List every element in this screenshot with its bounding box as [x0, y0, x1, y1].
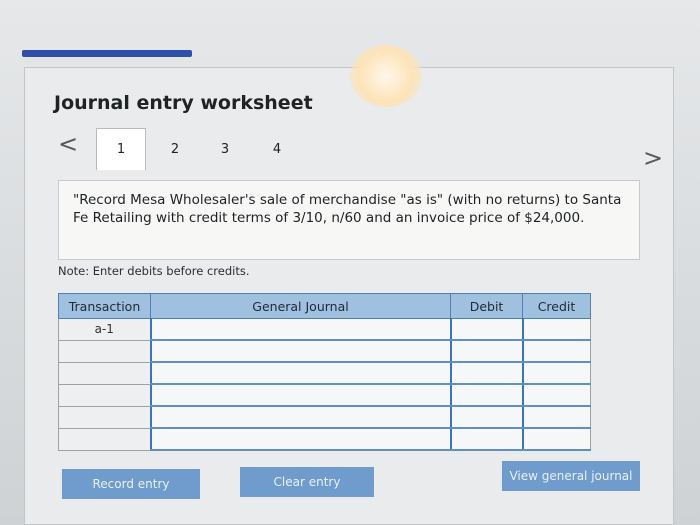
table-row — [58, 383, 591, 407]
credit-input[interactable] — [521, 361, 591, 385]
table-row — [58, 405, 591, 429]
tab-2[interactable]: 2 — [150, 128, 200, 170]
journal-table: Transaction General Journal Debit Credit… — [58, 293, 591, 451]
credit-input[interactable] — [521, 427, 591, 451]
transaction-cell — [58, 339, 151, 363]
account-input[interactable] — [149, 361, 451, 385]
tab-1[interactable]: 1 — [96, 128, 146, 170]
account-input[interactable] — [149, 339, 451, 363]
table-row — [58, 361, 591, 385]
transaction-cell — [58, 427, 151, 451]
debit-input[interactable] — [449, 361, 523, 385]
debit-input[interactable] — [449, 405, 523, 429]
header-general-journal: General Journal — [150, 293, 451, 319]
table-row — [58, 427, 591, 451]
credit-input[interactable] — [521, 383, 591, 407]
chevron-left-icon[interactable]: < — [58, 132, 78, 156]
transaction-cell: a-1 — [58, 318, 151, 341]
screen-glare — [350, 45, 422, 107]
page-title: Journal entry worksheet — [54, 92, 313, 114]
clear-entry-button[interactable]: Clear entry — [240, 467, 374, 497]
account-input[interactable] — [149, 383, 451, 407]
table-row — [58, 339, 591, 363]
header-transaction: Transaction — [58, 293, 151, 319]
credit-input[interactable] — [521, 318, 591, 341]
question-text: "Record Mesa Wholesaler's sale of mercha… — [73, 192, 622, 226]
debit-input[interactable] — [449, 318, 523, 341]
note-text: Note: Enter debits before credits. — [58, 264, 250, 278]
account-input[interactable] — [149, 427, 451, 451]
chevron-right-icon[interactable]: > — [643, 146, 663, 170]
account-input[interactable] — [149, 405, 451, 429]
view-general-journal-button[interactable]: View general journal — [502, 461, 640, 491]
table-header-row: Transaction General Journal Debit Credit — [58, 293, 591, 319]
question-box: "Record Mesa Wholesaler's sale of mercha… — [58, 180, 640, 260]
transaction-cell — [58, 383, 151, 407]
credit-input[interactable] — [521, 339, 591, 363]
transaction-cell — [58, 361, 151, 385]
table-row: a-1 — [58, 318, 591, 341]
record-entry-button[interactable]: Record entry — [62, 469, 200, 499]
account-input[interactable] — [149, 318, 451, 341]
debit-input[interactable] — [449, 383, 523, 407]
credit-input[interactable] — [521, 405, 591, 429]
tab-4[interactable]: 4 — [252, 128, 302, 170]
tab-3[interactable]: 3 — [200, 128, 250, 170]
header-credit: Credit — [522, 293, 591, 319]
transaction-cell — [58, 405, 151, 429]
debit-input[interactable] — [449, 427, 523, 451]
debit-input[interactable] — [449, 339, 523, 363]
header-debit: Debit — [450, 293, 523, 319]
progress-bar — [22, 50, 192, 57]
